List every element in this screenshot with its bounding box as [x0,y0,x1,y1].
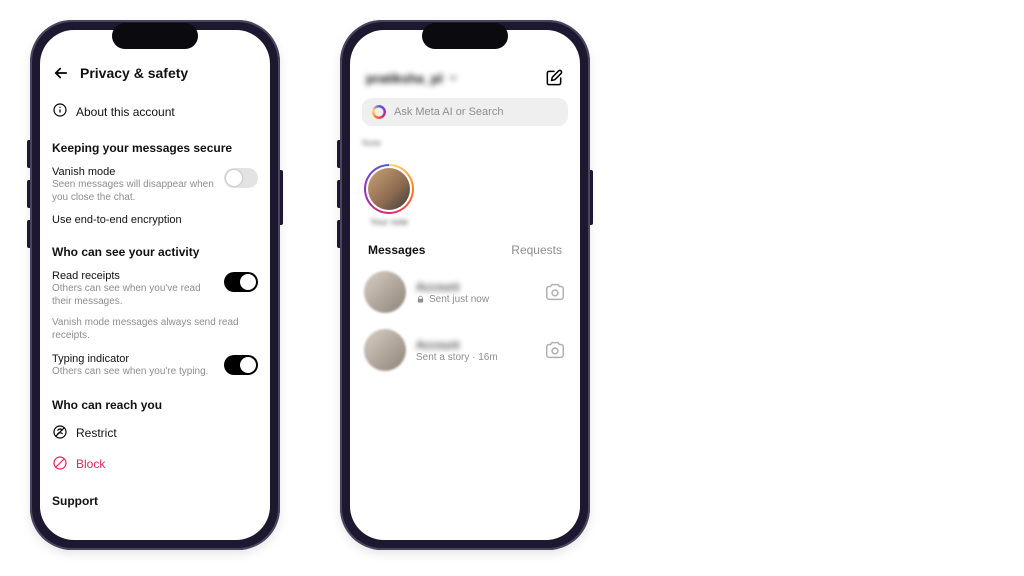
e2ee-label: Use end-to-end encryption [52,214,258,226]
restrict-icon [52,424,68,443]
notes-row: Your note [362,152,568,233]
avatar-image [368,168,410,210]
chat-avatar [364,271,406,313]
inbox-tabs: Messages Requests [362,233,568,263]
screen-header: Privacy & safety [52,64,258,96]
lock-icon [416,295,425,304]
vanish-mode-sub: Seen messages will disappear when you cl… [52,179,216,204]
page-title: Privacy & safety [80,65,188,81]
dm-inbox-screen: pratiksha_pl Ask Meta AI or Search Note [350,30,580,540]
phone-notch [112,23,198,49]
chat-row[interactable]: Account Sent just now [362,263,568,321]
phone-mockup-left: Privacy & safety About this account Keep… [30,20,280,550]
section-reach-title: Who can reach you [52,398,258,412]
back-arrow-icon[interactable] [52,64,70,82]
account-username[interactable]: pratiksha_pl [366,71,458,86]
info-icon [52,102,68,121]
section-activity-title: Who can see your activity [52,245,258,259]
vanish-mode-row[interactable]: Vanish mode Seen messages will disappear… [52,161,258,209]
vanish-mode-label: Vanish mode [52,166,216,178]
e2ee-row[interactable]: Use end-to-end encryption [52,209,258,231]
search-bar[interactable]: Ask Meta AI or Search [362,98,568,126]
tab-messages[interactable]: Messages [368,243,425,257]
chat-row[interactable]: Account Sent a story · 16m [362,321,568,379]
read-receipts-label: Read receipts [52,270,216,282]
section-secure-title: Keeping your messages secure [52,141,258,155]
read-receipts-toggle[interactable] [224,272,258,292]
story-caption: Your note [370,217,408,227]
block-label: Block [76,457,105,471]
section-support-title: Support [52,494,258,508]
about-account-row[interactable]: About this account [52,96,258,127]
restrict-label: Restrict [76,426,117,440]
typing-indicator-toggle[interactable] [224,355,258,375]
chevron-down-icon [448,71,458,86]
read-receipts-sub: Others can see when you've read their me… [52,283,216,308]
tab-requests[interactable]: Requests [511,243,562,257]
phone-notch [422,23,508,49]
chat-meta: Sent just now [416,294,534,305]
chat-name: Account [416,280,534,294]
meta-ai-icon [372,105,386,119]
read-receipts-row[interactable]: Read receipts Others can see when you've… [52,265,258,313]
about-account-label: About this account [76,105,175,119]
inbox-header: pratiksha_pl [362,64,568,98]
search-placeholder: Ask Meta AI or Search [394,106,503,118]
block-icon [52,455,68,474]
story-avatar-ring [364,164,414,214]
compose-icon[interactable] [544,68,564,88]
typing-indicator-label: Typing indicator [52,353,216,365]
your-note[interactable]: Your note [364,164,414,227]
camera-icon[interactable] [544,339,566,361]
restrict-row[interactable]: Restrict [52,418,258,449]
chat-avatar [364,329,406,371]
vanish-mode-toggle[interactable] [224,168,258,188]
camera-icon[interactable] [544,281,566,303]
read-receipts-footnote: Vanish mode messages always send read re… [52,317,258,342]
typing-indicator-row[interactable]: Typing indicator Others can see when you… [52,348,258,384]
chat-name: Account [416,338,534,352]
block-row[interactable]: Block [52,449,258,480]
notes-section-label: Note [362,138,568,148]
chat-meta: Sent a story · 16m [416,352,534,363]
typing-indicator-sub: Others can see when you're typing. [52,366,216,379]
phone-mockup-right: pratiksha_pl Ask Meta AI or Search Note [340,20,590,550]
privacy-safety-screen: Privacy & safety About this account Keep… [40,30,270,540]
